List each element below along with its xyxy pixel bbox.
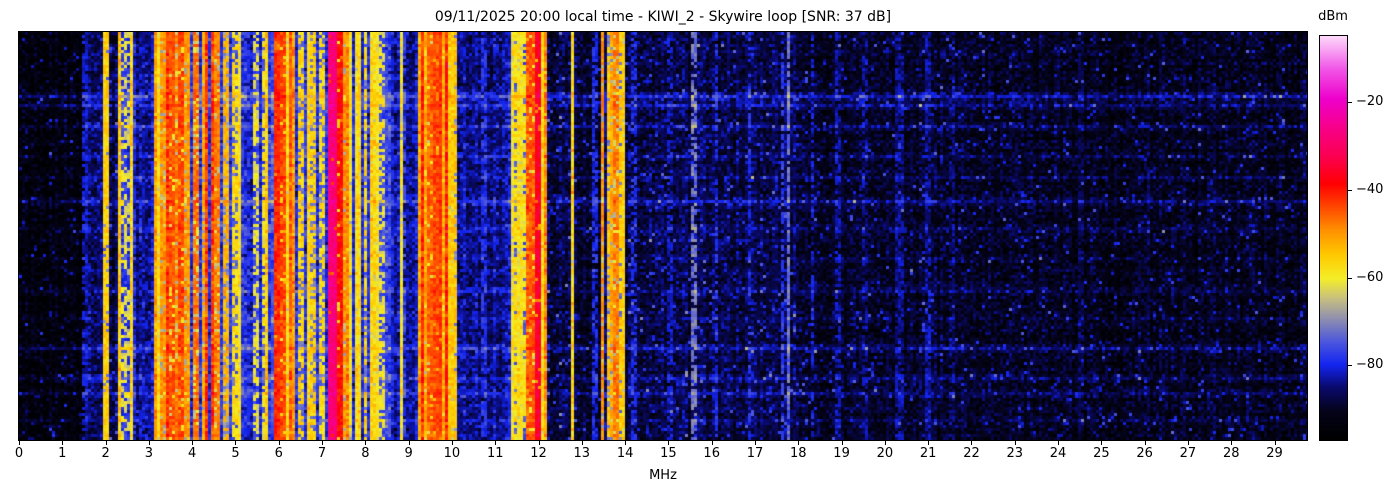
x-tick-mark <box>495 441 497 445</box>
colorbar-tick-mark <box>1348 101 1352 103</box>
x-tick-mark <box>625 441 627 445</box>
colorbar-tick-label: −20 <box>1356 93 1384 109</box>
x-tick-label: 13 <box>573 446 591 461</box>
x-tick-label: 24 <box>1049 446 1067 461</box>
x-tick-label: 2 <box>101 446 110 461</box>
x-tick-label: 25 <box>1093 446 1110 461</box>
x-tick-mark <box>711 441 713 445</box>
x-tick-mark <box>971 441 973 445</box>
x-tick-mark <box>322 441 324 445</box>
x-tick-label: 15 <box>660 446 677 461</box>
x-tick-label: 18 <box>790 446 807 461</box>
x-tick-mark <box>105 441 107 445</box>
x-tick-mark <box>62 441 64 445</box>
waterfall-canvas <box>19 32 1307 440</box>
colorbar-label: dBm <box>1318 9 1348 24</box>
x-tick-label: 10 <box>443 446 461 461</box>
x-tick-mark <box>884 441 886 445</box>
x-tick-mark <box>1014 441 1016 445</box>
x-tick-label: 5 <box>231 446 240 461</box>
colorbar-tick-label: −40 <box>1356 181 1384 197</box>
x-axis-label: MHz <box>649 468 677 483</box>
x-tick-label: 27 <box>1179 446 1197 461</box>
x-tick-label: 21 <box>919 446 937 461</box>
x-tick-label: 28 <box>1222 446 1240 461</box>
x-tick-label: 7 <box>317 446 327 461</box>
x-tick-mark <box>1058 441 1060 445</box>
colorbar-tick-label: −60 <box>1356 269 1384 285</box>
spectrogram-figure: 09/11/2025 20:00 local time - KIWI_2 - S… <box>0 0 1400 500</box>
x-tick-mark <box>928 441 930 445</box>
x-tick-label: 3 <box>144 446 154 461</box>
colorbar <box>1319 35 1348 441</box>
x-tick-label: 9 <box>404 446 413 461</box>
x-tick-mark <box>1274 441 1276 445</box>
colorbar-tick-mark <box>1348 365 1352 367</box>
x-tick-label: 29 <box>1266 446 1283 461</box>
x-tick-mark <box>365 441 367 445</box>
x-tick-mark <box>538 441 540 445</box>
x-tick-label: 14 <box>616 446 634 461</box>
x-tick-mark <box>1144 441 1146 445</box>
x-tick-mark <box>581 441 583 445</box>
x-tick-mark <box>1231 441 1233 445</box>
x-tick-mark <box>1101 441 1103 445</box>
x-tick-mark <box>1187 441 1189 445</box>
x-tick-label: 26 <box>1136 446 1153 461</box>
colorbar-tick-mark <box>1348 189 1352 191</box>
x-tick-mark <box>755 441 756 445</box>
x-tick-mark <box>19 441 20 445</box>
colorbar-canvas <box>1320 36 1347 440</box>
x-tick-mark <box>668 441 670 445</box>
x-tick-mark <box>192 441 194 445</box>
x-tick-label: 6 <box>274 446 283 461</box>
x-tick-label: 22 <box>963 446 980 461</box>
x-tick-label: 12 <box>530 446 547 461</box>
colorbar-tick-mark <box>1348 277 1352 279</box>
colorbar-tick-label: −80 <box>1356 357 1384 373</box>
x-tick-label: 23 <box>1006 446 1024 461</box>
x-tick-mark <box>148 441 150 445</box>
x-tick-mark <box>841 441 843 445</box>
plot-title: 09/11/2025 20:00 local time - KIWI_2 - S… <box>434 9 892 25</box>
waterfall-plot-area <box>18 31 1308 441</box>
x-tick-label: 16 <box>703 446 720 461</box>
x-tick-label: 4 <box>188 446 197 461</box>
x-tick-mark <box>235 441 237 445</box>
x-tick-mark <box>278 441 280 445</box>
x-tick-label: 17 <box>746 446 764 461</box>
x-tick-mark <box>408 441 410 445</box>
x-tick-label: 20 <box>876 446 894 461</box>
x-tick-label: 8 <box>361 446 370 461</box>
x-tick-label: 11 <box>486 446 504 461</box>
x-tick-label: 1 <box>58 446 67 461</box>
x-tick-label: 0 <box>14 446 24 461</box>
x-tick-label: 19 <box>833 446 850 461</box>
x-tick-mark <box>798 441 800 445</box>
x-tick-mark <box>451 441 453 445</box>
